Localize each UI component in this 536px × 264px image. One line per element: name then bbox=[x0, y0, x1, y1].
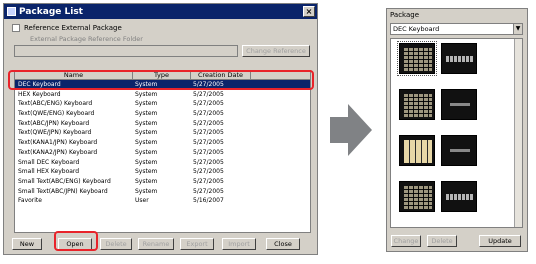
table-cell-name: Text(KANA1/JPN) Keyboard bbox=[18, 139, 98, 147]
keyboard-thumbnail[interactable] bbox=[441, 43, 477, 74]
table-cell-name: Favorite bbox=[18, 197, 42, 205]
close-icon[interactable]: × bbox=[303, 6, 315, 17]
keyboard-thumbnail[interactable] bbox=[441, 89, 477, 120]
table-row[interactable]: Small Text(ABC/ENG) Keyboard System 5/27/2… bbox=[15, 177, 310, 187]
table-cell-date: 5/27/2005 bbox=[193, 187, 224, 195]
keyboard-thumbnail[interactable] bbox=[441, 135, 477, 166]
export-button[interactable]: Export bbox=[180, 238, 214, 250]
table-cell-name: Text(QWE/JPN) Keyboard bbox=[18, 129, 92, 137]
table-row[interactable]: Text(QWE/JPN) Keyboard System 5/27/2005 bbox=[15, 128, 310, 138]
table-cell-name: Text(ABC/ENG) Keyboard bbox=[18, 100, 93, 108]
table-cell-date: 5/27/2005 bbox=[193, 139, 224, 147]
package-list-titlebar: Package List × bbox=[4, 4, 317, 19]
table-cell-type: System bbox=[135, 187, 158, 195]
right-arrow-icon bbox=[330, 104, 372, 156]
package-list-title: Package List bbox=[19, 6, 83, 17]
table-cell-date: 5/27/2005 bbox=[193, 100, 224, 108]
table-row[interactable]: Text(ABC/JPN) Keyboard System 5/27/2005 bbox=[15, 119, 310, 129]
table-row[interactable]: Small Text(ABC/JPN) Keyboard System 5/27/2… bbox=[15, 187, 310, 197]
table-cell-name: HEX Keyboard bbox=[18, 90, 61, 98]
table-cell-type: System bbox=[135, 158, 158, 166]
keyboard-thumbnail[interactable] bbox=[399, 89, 435, 120]
reference-folder-field bbox=[14, 45, 238, 57]
table-cell-date: 5/27/2005 bbox=[193, 177, 224, 185]
change-button[interactable]: Change bbox=[391, 235, 421, 247]
table-cell-date: 5/27/2005 bbox=[193, 158, 224, 166]
keyboard-thumbnail-grid[interactable] bbox=[390, 38, 523, 228]
table-cell-type: System bbox=[135, 177, 158, 185]
table-cell-name: Text(KANA2/JPN) Keyboard bbox=[18, 148, 98, 156]
table-cell-type: System bbox=[135, 119, 158, 127]
reference-external-checkbox-row[interactable]: Reference External Package bbox=[12, 24, 122, 32]
keyboard-thumbnail[interactable] bbox=[397, 41, 437, 76]
chevron-down-icon[interactable]: ▼ bbox=[513, 24, 522, 34]
table-cell-type: System bbox=[135, 129, 158, 137]
package-window: Package DEC Keyboard ▼ Change Delete Upd… bbox=[386, 8, 528, 252]
table-cell-type: System bbox=[135, 100, 158, 108]
close-button[interactable]: Close bbox=[266, 238, 300, 250]
rename-button[interactable]: Rename bbox=[138, 238, 174, 250]
table-cell-name: Text(ABC/JPN) Keyboard bbox=[18, 119, 90, 127]
table-cell-date: 5/27/2005 bbox=[193, 119, 224, 127]
table-cell-name: Text(QWE/ENG) Keyboard bbox=[18, 110, 95, 118]
package-select[interactable]: DEC Keyboard ▼ bbox=[390, 23, 523, 35]
table-cell-date: 5/27/2005 bbox=[193, 90, 224, 98]
table-cell-date: 5/27/2005 bbox=[193, 168, 224, 176]
table-cell-type: System bbox=[135, 110, 158, 118]
table-cell-name: Small HEX Keyboard bbox=[18, 168, 80, 176]
reference-folder-label: External Package Reference Folder bbox=[30, 35, 143, 43]
table-row[interactable]: HEX Keyboard System 5/27/2005 bbox=[15, 90, 310, 100]
table-cell-name: Small Text(ABC/ENG) Keyboard bbox=[18, 177, 111, 185]
reference-external-label: Reference External Package bbox=[24, 24, 122, 32]
table-cell-type: System bbox=[135, 168, 158, 176]
import-button[interactable]: Import bbox=[222, 238, 256, 250]
keyboard-thumbnail[interactable] bbox=[399, 135, 435, 166]
table-row[interactable]: Text(QWE/ENG) Keyboard System 5/27/2005 bbox=[15, 109, 310, 119]
table-row[interactable]: Text(KANA2/JPN) Keyboard System 5/27/2005 bbox=[15, 148, 310, 158]
table-cell-name: Small DEC Keyboard bbox=[18, 158, 80, 166]
app-icon bbox=[7, 7, 16, 16]
table-row[interactable]: Small DEC Keyboard System 5/27/2005 bbox=[15, 158, 310, 168]
reference-external-checkbox[interactable] bbox=[12, 24, 20, 32]
table-cell-date: 5/27/2005 bbox=[193, 129, 224, 137]
table-row[interactable]: Favorite User 5/16/2007 bbox=[15, 196, 310, 206]
table-row[interactable]: Text(ABC/ENG) Keyboard System 5/27/2005 bbox=[15, 99, 310, 109]
keyboard-thumbnail[interactable] bbox=[399, 181, 435, 212]
screenshot-root: Package List × Reference External Packag… bbox=[0, 0, 536, 264]
table-cell-type: System bbox=[135, 90, 158, 98]
delete-button[interactable]: Delete bbox=[100, 238, 132, 250]
table-cell-type: System bbox=[135, 148, 158, 156]
table-row[interactable]: Text(KANA1/JPN) Keyboard System 5/27/2005 bbox=[15, 138, 310, 148]
table-cell-date: 5/16/2007 bbox=[193, 197, 224, 205]
table-cell-date: 5/27/2005 bbox=[193, 110, 224, 118]
package-select-value: DEC Keyboard bbox=[393, 25, 440, 33]
package-list-window: Package List × Reference External Packag… bbox=[3, 3, 318, 255]
table-cell-type: System bbox=[135, 139, 158, 147]
keyboard-thumbnail[interactable] bbox=[441, 181, 477, 212]
package-table[interactable]: Name Type Creation Date DEC Keyboard Syst… bbox=[14, 70, 311, 233]
new-button[interactable]: New bbox=[12, 238, 42, 250]
table-body: DEC Keyboard System 5/27/2005 HEX Keyboard S… bbox=[15, 80, 310, 206]
package-delete-button[interactable]: Delete bbox=[427, 235, 457, 247]
table-cell-type: User bbox=[135, 197, 149, 205]
highlight-open-button bbox=[54, 231, 98, 251]
highlight-selected-row bbox=[8, 70, 314, 90]
thumbnail-scrollbar[interactable] bbox=[514, 39, 522, 227]
table-cell-name: Small Text(ABC/JPN) Keyboard bbox=[18, 187, 108, 195]
table-cell-date: 5/27/2005 bbox=[193, 148, 224, 156]
update-button[interactable]: Update bbox=[479, 235, 521, 247]
package-window-title: Package bbox=[390, 11, 420, 19]
table-row[interactable]: Small HEX Keyboard System 5/27/2005 bbox=[15, 167, 310, 177]
change-reference-button[interactable]: Change Reference bbox=[242, 45, 310, 57]
